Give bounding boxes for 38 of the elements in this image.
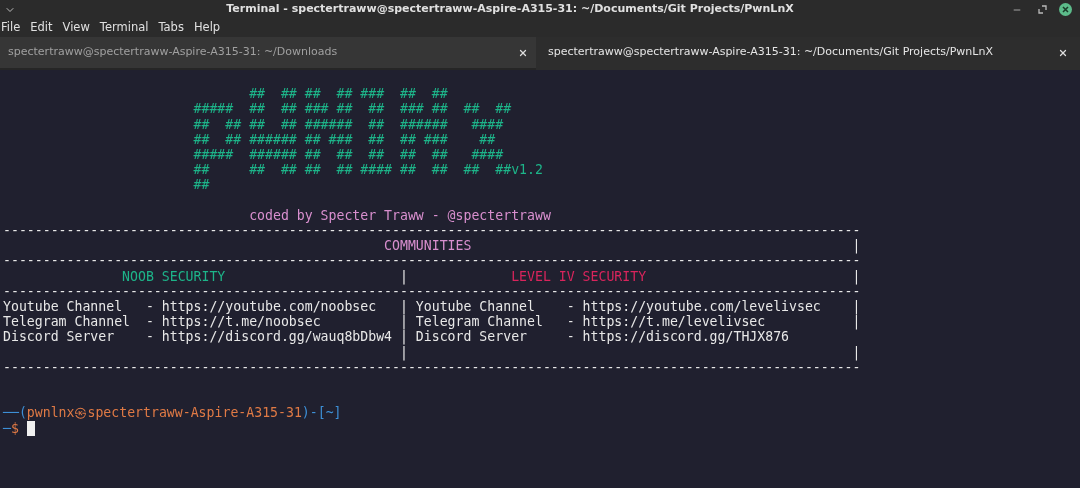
terminal-tab[interactable]: spectertraww@spectertraww-Aspire-A315-31: ~/Downloads xyxy=(0,37,536,70)
menu-item[interactable]: Help xyxy=(188,19,226,37)
terminal-text: LEVEL IV SECURITY xyxy=(511,268,647,284)
window-title: Terminal - spectertraww@spectertraww-Aspire-A315-31: ~/Documents/Git Projects/PwnLnX xyxy=(225,1,795,18)
terminal-text: COMMUNITIES xyxy=(383,238,472,254)
terminal-text: ## ## ## ## ### ## ## xyxy=(248,86,448,102)
close-icon[interactable] xyxy=(1059,3,1072,16)
terminal-text: $ xyxy=(10,420,19,436)
terminal-text: Youtube Channel - https://youtube.com/noobsec | Youtube Channel - https://youtube.com/levelivsec | xyxy=(3,299,861,314)
terminal-text: | xyxy=(851,268,861,284)
terminal-text: ## ## ## ## ## #### ## ## ## ##v1.2 xyxy=(192,162,543,178)
terminal-text: coded by Specter Traww - @spectertraww xyxy=(248,207,551,223)
terminal-text: NOOB SECURITY xyxy=(121,268,226,284)
terminal-text: pwnlnx㉿spectertraww-Aspire-A315-31 xyxy=(26,405,302,421)
menu-item[interactable]: View xyxy=(57,19,95,37)
menu-item[interactable]: Terminal xyxy=(94,19,154,37)
terminal-text: ## ## ###### ## ### ## ## ### ## xyxy=(192,131,496,147)
terminal-text: Telegram Channel - https://t.me/noobsec | Telegram Channel - https://t.me/levelivsec | xyxy=(3,314,861,330)
terminal-text: ------------------------------------------------------------------------------------------------------------ xyxy=(3,253,861,269)
terminal-text: )-[~] xyxy=(301,405,342,421)
terminal-text: | xyxy=(851,238,861,254)
terminal-text: Discord Server - https://discord.gg/wauq8bDbw4 | Discord Server - https://discord.gg/THJX876 xyxy=(3,329,789,345)
menu-item[interactable]: Edit xyxy=(25,19,58,37)
terminal-text: ## xyxy=(192,177,210,193)
terminal-text: ──( xyxy=(3,405,27,421)
terminal-text: ##### ## ## ### ## ## ### ## ## ## xyxy=(192,101,512,117)
terminal-text: ─ xyxy=(3,420,11,436)
terminal-text: ------------------------------------------------------------------------------------------------------------ xyxy=(3,223,861,238)
terminal-text: ## ## ## ## ###### ## ###### #### xyxy=(192,116,504,132)
menu-item[interactable]: File xyxy=(0,19,26,37)
restore-icon[interactable] xyxy=(1038,5,1047,14)
close-tab-icon[interactable] xyxy=(1058,47,1068,58)
terminal-text: ##### ###### ## ## ## ## ## #### xyxy=(192,147,504,162)
menu-item[interactable]: Tabs xyxy=(153,19,189,37)
close-tab-icon[interactable] xyxy=(518,47,528,58)
terminal-tab[interactable]: spectertraww@spectertraww-Aspire-A315-31: ~/Documents/Git Projects/PwnLnX xyxy=(536,37,1080,70)
terminal-text: | | xyxy=(398,344,861,360)
terminal-text: | xyxy=(398,268,409,284)
